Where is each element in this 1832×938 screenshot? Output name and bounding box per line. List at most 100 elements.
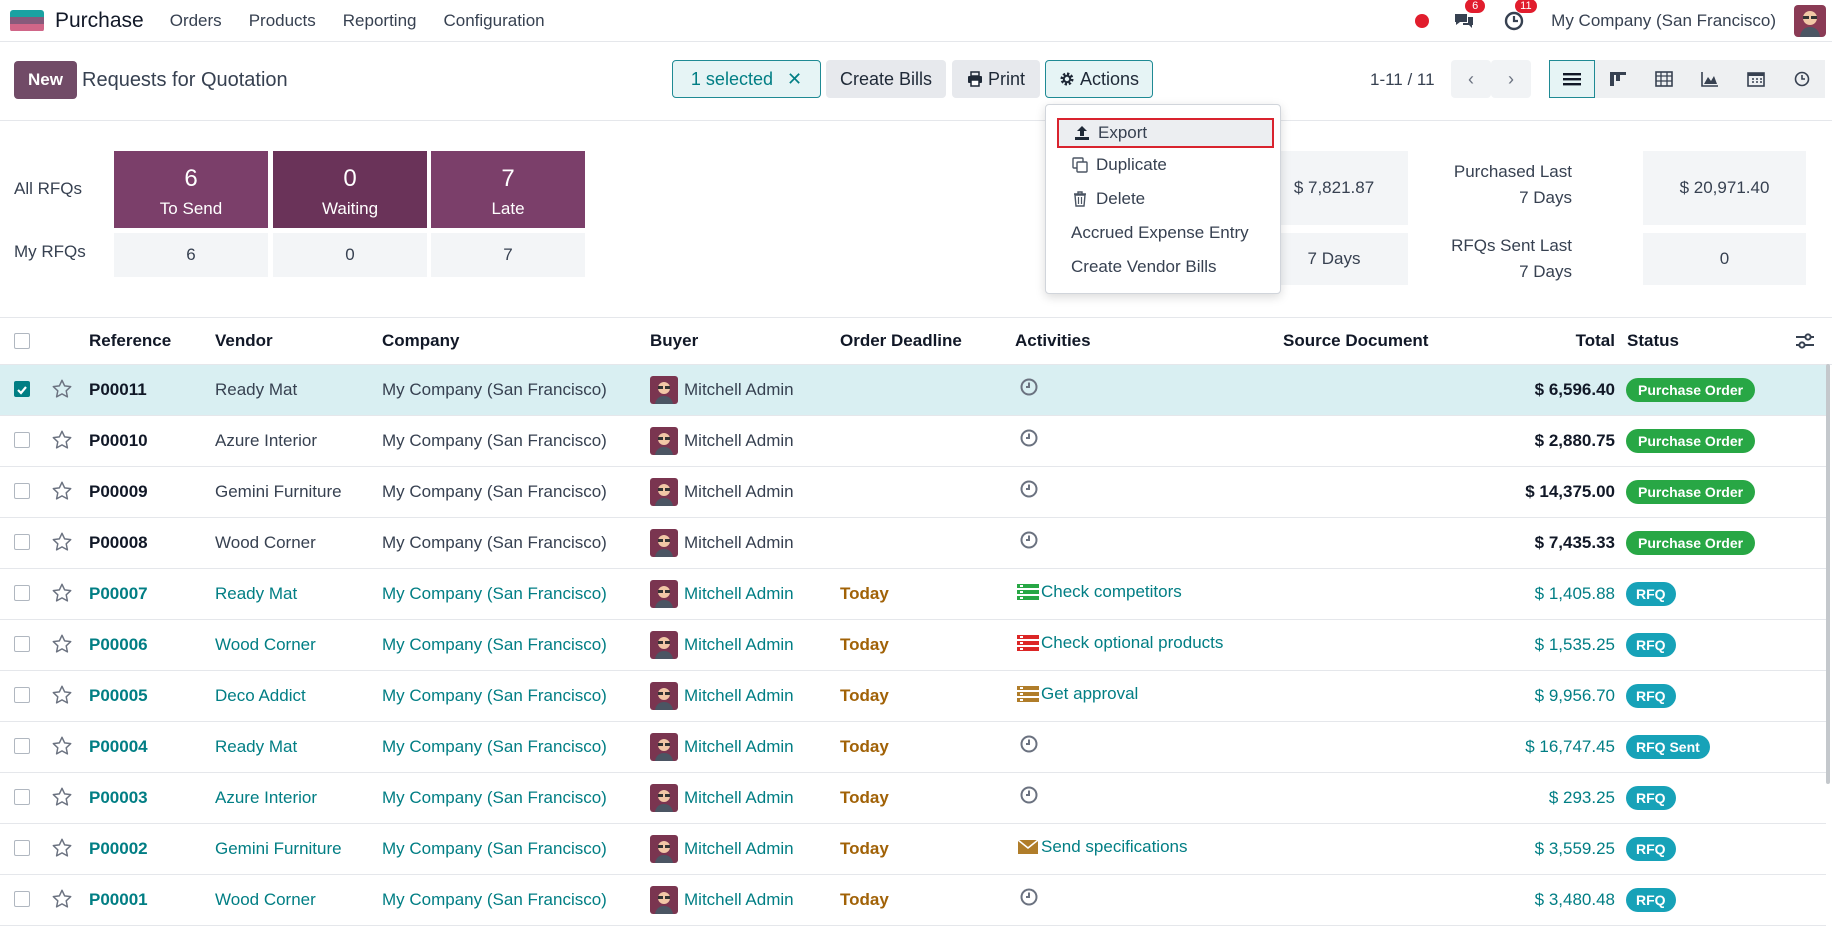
row-checkbox[interactable] [14, 687, 30, 703]
cell-vendor[interactable]: Wood Corner [215, 635, 316, 655]
row-checkbox[interactable] [14, 585, 30, 601]
pager-value[interactable]: 1-11 / 11 [1370, 70, 1435, 90]
waiting-tile[interactable]: 0 Waiting [273, 151, 427, 228]
favorite-star-icon[interactable] [51, 633, 73, 655]
cell-activity[interactable] [1020, 480, 1038, 498]
cell-buyer[interactable]: Mitchell Admin [650, 631, 794, 659]
header-total[interactable]: Total [1576, 331, 1615, 351]
cell-vendor[interactable]: Wood Corner [215, 890, 316, 910]
row-checkbox[interactable] [14, 483, 30, 499]
activities-button[interactable]: 11 [1501, 0, 1537, 34]
duplicate-menu-item[interactable]: Duplicate [1072, 155, 1167, 175]
favorite-star-icon[interactable] [51, 531, 73, 553]
activity-clock-icon[interactable] [1020, 531, 1038, 549]
activity-clock-icon[interactable] [1020, 735, 1038, 753]
row-checkbox[interactable] [14, 432, 30, 448]
header-status[interactable]: Status [1627, 331, 1679, 351]
cell-company[interactable]: My Company (San Francisco) [382, 380, 607, 400]
cell-buyer[interactable]: Mitchell Admin [650, 376, 794, 404]
favorite-star-icon[interactable] [51, 786, 73, 808]
cell-vendor[interactable]: Gemini Furniture [215, 839, 342, 859]
cell-company[interactable]: My Company (San Francisco) [382, 635, 607, 655]
row-checkbox[interactable] [14, 636, 30, 652]
table-row[interactable]: P00010 Azure Interior My Company (San Fran… [0, 416, 1826, 467]
cell-activity[interactable]: Get approval [1017, 684, 1138, 704]
cell-activity[interactable]: Check optional products [1017, 633, 1223, 653]
create-vendor-bills-menu-item[interactable]: Create Vendor Bills [1071, 257, 1217, 277]
header-reference[interactable]: Reference [89, 331, 171, 351]
header-company[interactable]: Company [382, 331, 459, 351]
cell-buyer[interactable]: Mitchell Admin [650, 784, 794, 812]
table-row[interactable]: P00004 Ready Mat My Company (San Francisco… [0, 722, 1826, 773]
selection-button[interactable]: 1 selected ✕ [672, 60, 821, 98]
graph-view-button[interactable] [1687, 60, 1733, 98]
menu-orders[interactable]: Orders [170, 11, 222, 31]
cell-activity[interactable]: Send specifications [1017, 837, 1187, 857]
favorite-star-icon[interactable] [51, 378, 73, 400]
cell-buyer[interactable]: Mitchell Admin [650, 733, 794, 761]
accrued-expense-entry-menu-item[interactable]: Accrued Expense Entry [1071, 223, 1249, 243]
row-checkbox[interactable] [14, 738, 30, 754]
header-source-document[interactable]: Source Document [1283, 331, 1428, 351]
favorite-star-icon[interactable] [51, 888, 73, 910]
table-row[interactable]: P00011 Ready Mat My Company (San Francisco… [0, 365, 1826, 416]
table-row[interactable]: P00001 Wood Corner My Company (San Francis… [0, 875, 1826, 926]
cell-company[interactable]: My Company (San Francisco) [382, 482, 607, 502]
cell-reference[interactable]: P00006 [89, 635, 148, 655]
cell-reference[interactable]: P00009 [89, 482, 148, 502]
cell-reference[interactable]: P00004 [89, 737, 148, 757]
table-row[interactable]: P00007 Ready Mat My Company (San Francisco… [0, 569, 1826, 620]
kanban-view-button[interactable] [1595, 60, 1641, 98]
cell-company[interactable]: My Company (San Francisco) [382, 839, 607, 859]
menu-configuration[interactable]: Configuration [444, 11, 545, 31]
cell-company[interactable]: My Company (San Francisco) [382, 686, 607, 706]
cell-reference[interactable]: P00002 [89, 839, 148, 859]
table-row[interactable]: P00005 Deco Addict My Company (San Francis… [0, 671, 1826, 722]
cell-activity[interactable] [1020, 888, 1038, 906]
activity-view-button[interactable] [1779, 60, 1825, 98]
cell-vendor[interactable]: Deco Addict [215, 686, 306, 706]
cell-vendor[interactable]: Ready Mat [215, 380, 297, 400]
cell-vendor[interactable]: Wood Corner [215, 533, 316, 553]
pager-previous-button[interactable]: ‹ [1451, 60, 1491, 98]
cell-activity[interactable] [1020, 429, 1038, 447]
late-tile[interactable]: 7 Late [431, 151, 585, 228]
table-row[interactable]: P00009 Gemini Furniture My Company (San Fr… [0, 467, 1826, 518]
my-waiting-tile[interactable]: 0 [273, 233, 427, 277]
cell-reference[interactable]: P00003 [89, 788, 148, 808]
optional-columns-icon[interactable] [1795, 333, 1815, 349]
cell-company[interactable]: My Company (San Francisco) [382, 737, 607, 757]
messages-button[interactable]: 6 [1451, 0, 1486, 34]
activity-clock-icon[interactable] [1020, 378, 1038, 396]
menu-reporting[interactable]: Reporting [343, 11, 417, 31]
cell-company[interactable]: My Company (San Francisco) [382, 533, 607, 553]
export-menu-item[interactable]: Export [1057, 118, 1274, 148]
favorite-star-icon[interactable] [51, 837, 73, 859]
row-checkbox[interactable] [14, 840, 30, 856]
purchase-app-icon[interactable] [10, 9, 44, 32]
activity-clock-icon[interactable] [1020, 888, 1038, 906]
activity-clock-icon[interactable] [1020, 480, 1038, 498]
my-to-send-tile[interactable]: 6 [114, 233, 268, 277]
header-order-deadline[interactable]: Order Deadline [840, 331, 962, 351]
favorite-star-icon[interactable] [51, 582, 73, 604]
cell-buyer[interactable]: Mitchell Admin [650, 835, 794, 863]
table-row[interactable]: P00008 Wood Corner My Company (San Francis… [0, 518, 1826, 569]
cell-activity[interactable] [1020, 735, 1038, 753]
cell-buyer[interactable]: Mitchell Admin [650, 580, 794, 608]
cell-buyer[interactable]: Mitchell Admin [650, 682, 794, 710]
cell-company[interactable]: My Company (San Francisco) [382, 890, 607, 910]
table-row[interactable]: P00006 Wood Corner My Company (San Francis… [0, 620, 1826, 671]
row-checkbox[interactable] [14, 381, 30, 397]
list-view-button[interactable] [1549, 60, 1595, 98]
row-checkbox[interactable] [14, 891, 30, 907]
actions-button[interactable]: Actions [1045, 60, 1153, 98]
table-row[interactable]: P00003 Azure Interior My Company (San Fran… [0, 773, 1826, 824]
pager-next-button[interactable]: › [1491, 60, 1531, 98]
select-all-checkbox[interactable] [14, 333, 30, 349]
clear-selection-icon[interactable]: ✕ [787, 69, 802, 90]
cell-activity[interactable] [1020, 378, 1038, 396]
print-button[interactable]: Print [952, 60, 1040, 98]
cell-reference[interactable]: P00007 [89, 584, 148, 604]
cell-buyer[interactable]: Mitchell Admin [650, 529, 794, 557]
